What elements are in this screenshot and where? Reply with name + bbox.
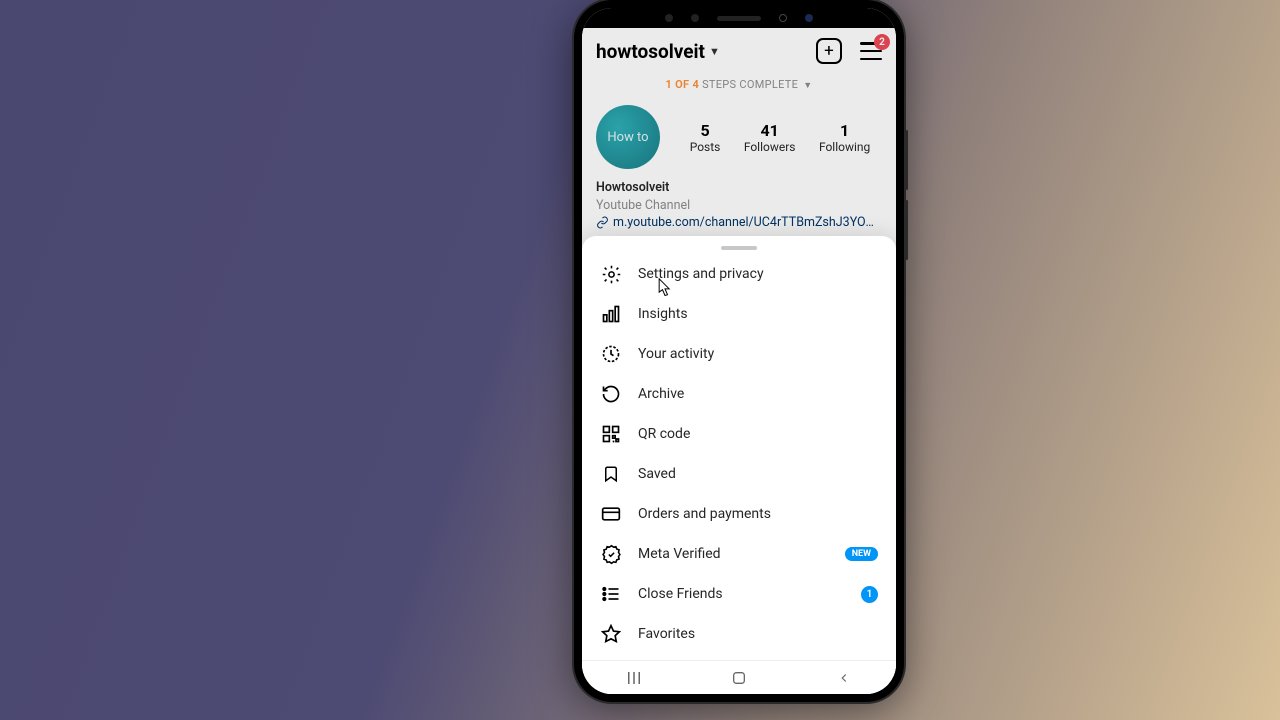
onboarding-progress[interactable]: 1 OF 4 STEPS COMPLETE ▼ [582, 72, 896, 101]
menu-item-saved[interactable]: Saved [582, 454, 896, 494]
android-nav-bar [582, 660, 896, 694]
posts-count: 5 [690, 121, 721, 140]
stat-posts[interactable]: 5 Posts [690, 121, 721, 154]
step-suffix: STEPS COMPLETE [702, 78, 798, 91]
step-of: OF [675, 78, 689, 91]
chart-icon [600, 303, 622, 325]
menu-item-label: Orders and payments [638, 506, 878, 522]
bio-link[interactable]: m.youtube.com/channel/UC4rTTBmZshJ3YOANh… [596, 214, 882, 232]
menu-item-insights[interactable]: Insights [582, 294, 896, 334]
menu-list: Settings and privacy Insights Your activ… [582, 254, 896, 694]
menu-item-label: Close Friends [638, 586, 845, 602]
menu-item-close-friends[interactable]: Close Friends 1 [582, 574, 896, 614]
bookmark-icon [600, 463, 622, 485]
plus-icon: + [824, 43, 834, 60]
activity-icon [600, 343, 622, 365]
menu-item-verified[interactable]: Meta Verified NEW [582, 534, 896, 574]
new-badge: NEW [845, 547, 878, 561]
nav-home-button[interactable] [709, 670, 769, 686]
phone-frame: howtosolveit ▼ + 2 1 OF 4 ST [574, 0, 904, 702]
list-icon [600, 583, 622, 605]
menu-item-orders[interactable]: Orders and payments [582, 494, 896, 534]
following-label: Following [819, 140, 870, 154]
menu-item-label: Insights [638, 306, 878, 322]
star-icon [600, 623, 622, 645]
count-badge: 1 [861, 586, 878, 603]
menu-item-label: QR code [638, 426, 878, 442]
stat-following[interactable]: 1 Following [819, 121, 870, 154]
menu-item-favorites[interactable]: Favorites [582, 614, 896, 654]
menu-bottom-sheet: Settings and privacy Insights Your activ… [582, 236, 896, 694]
qr-icon [600, 423, 622, 445]
step-total: 4 [692, 78, 699, 91]
hamburger-menu-button[interactable]: 2 [860, 42, 882, 60]
menu-item-label: Your activity [638, 346, 878, 362]
menu-item-archive[interactable]: Archive [582, 374, 896, 414]
nav-recents-button[interactable] [604, 669, 664, 687]
followers-label: Followers [744, 140, 796, 154]
bio-link-text: m.youtube.com/channel/UC4rTTBmZshJ3YOANh… [613, 214, 882, 232]
account-category: Youtube Channel [596, 197, 882, 215]
posts-label: Posts [690, 140, 721, 154]
link-icon [596, 216, 609, 229]
avatar-text: How to [607, 130, 648, 145]
card-icon [600, 503, 622, 525]
verified-icon [600, 543, 622, 565]
display-name: Howtosolveit [596, 179, 882, 197]
menu-item-label: Settings and privacy [638, 266, 878, 282]
followers-count: 41 [744, 121, 796, 140]
volume-down-button [905, 200, 908, 260]
notification-badge: 2 [874, 34, 890, 50]
stat-followers[interactable]: 41 Followers [744, 121, 796, 154]
gear-icon [600, 263, 622, 285]
sheet-handle[interactable] [721, 246, 757, 250]
step-current: 1 [666, 78, 673, 91]
chevron-down-icon: ▼ [803, 81, 812, 91]
create-button[interactable]: + [816, 38, 842, 64]
username-dropdown[interactable]: howtosolveit ▼ [596, 40, 720, 63]
username-text: howtosolveit [596, 40, 705, 63]
phone-screen: howtosolveit ▼ + 2 1 OF 4 ST [582, 8, 896, 694]
menu-item-label: Archive [638, 386, 878, 402]
menu-item-label: Favorites [638, 626, 878, 642]
menu-item-settings[interactable]: Settings and privacy [582, 254, 896, 294]
status-bar [582, 8, 896, 28]
menu-item-label: Saved [638, 466, 878, 482]
nav-back-button[interactable] [814, 669, 874, 687]
following-count: 1 [819, 121, 870, 140]
avatar[interactable]: How to [596, 105, 660, 169]
menu-item-activity[interactable]: Your activity [582, 334, 896, 374]
menu-item-qr[interactable]: QR code [582, 414, 896, 454]
profile-header: howtosolveit ▼ + 2 [582, 28, 896, 72]
menu-item-label: Meta Verified [638, 546, 829, 562]
chevron-down-icon: ▼ [709, 45, 720, 58]
archive-icon [600, 383, 622, 405]
volume-up-button [905, 130, 908, 190]
